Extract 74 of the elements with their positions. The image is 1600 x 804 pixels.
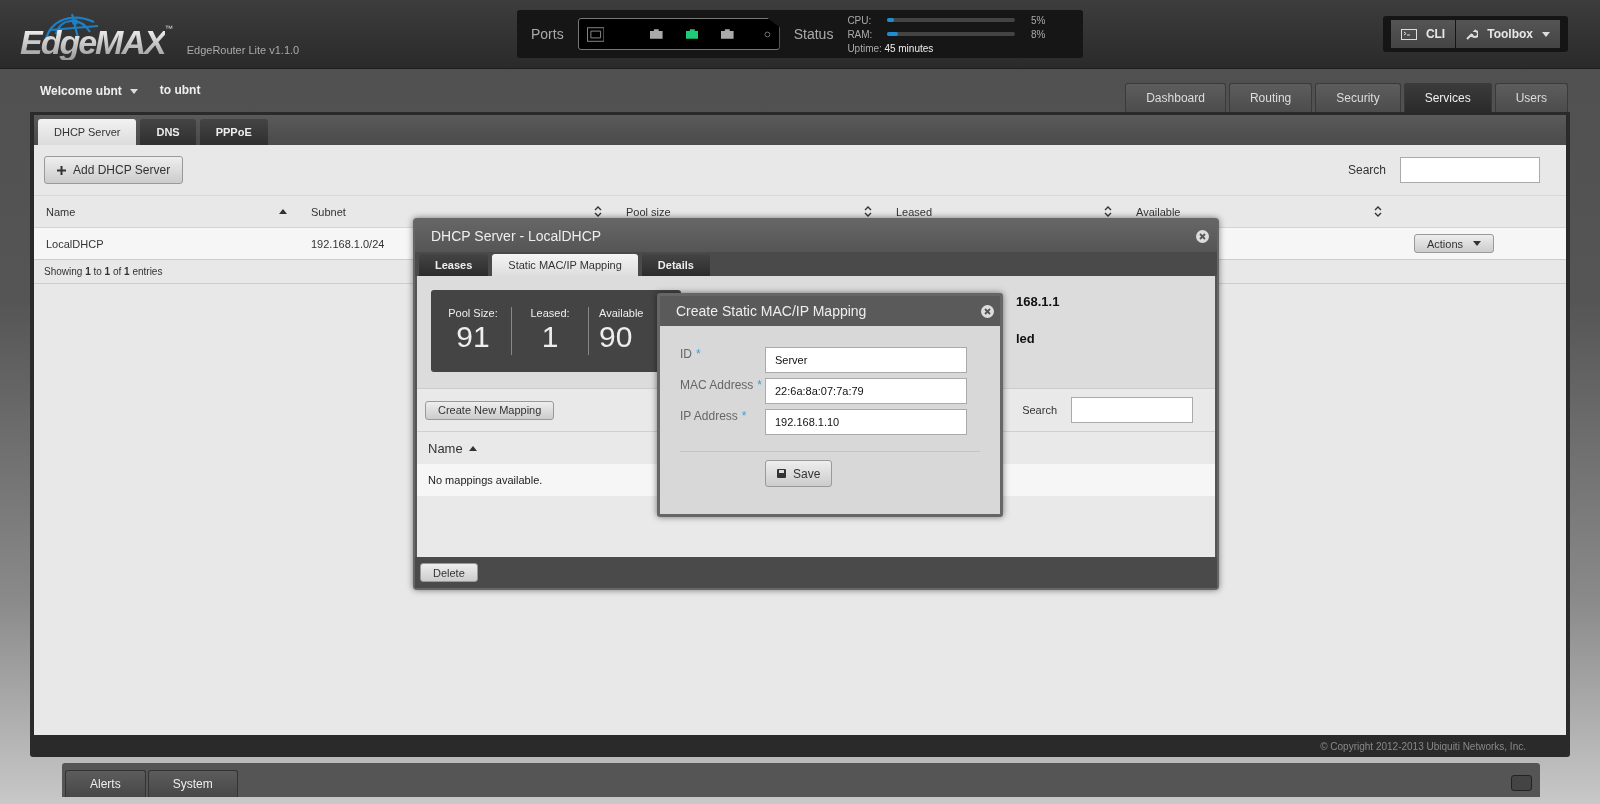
column-header[interactable]: Name <box>428 440 463 456</box>
product-name: EdgeRouter Lite v1.1.0 <box>186 44 300 58</box>
add-dhcp-server-button[interactable]: Add DHCP Server <box>44 156 184 184</box>
stat-value: 91 <box>456 319 490 355</box>
caret-icon <box>1473 241 1481 246</box>
bottom-tab[interactable]: System <box>147 770 238 797</box>
close-icon[interactable] <box>981 304 994 318</box>
save-button[interactable]: Save <box>765 460 833 487</box>
stat-label: Available <box>599 307 644 319</box>
search-field[interactable] <box>1400 157 1540 183</box>
status-label: Status <box>793 26 834 42</box>
column-header[interactable]: Available <box>1136 205 1181 218</box>
section-tab[interactable]: DNS <box>140 119 196 145</box>
dialog-tab[interactable]: Details <box>641 254 710 276</box>
create-mapping-button[interactable]: Create New Mapping <box>425 400 555 420</box>
stat-label: Leased: <box>530 307 570 319</box>
bottom-tab[interactable]: Alerts <box>65 770 146 797</box>
stat-value: 1 <box>541 319 559 355</box>
stat-value: 90 <box>599 319 633 355</box>
stat-label: Pool Size: <box>448 307 498 319</box>
wrench-icon <box>1466 28 1479 40</box>
input-field[interactable]: 192.168.1.10 <box>765 408 967 435</box>
user-menu[interactable]: Welcome ubnt <box>40 84 138 98</box>
search-label: Search <box>1022 404 1057 416</box>
table-cell: LocalDHCP <box>46 237 104 250</box>
dialog-tab[interactable]: Static MAC/IP Mapping <box>492 254 638 276</box>
led-icon <box>763 30 771 38</box>
delete-button[interactable]: Delete <box>420 563 478 582</box>
column-header[interactable]: Leased <box>896 205 933 218</box>
caret-icon <box>129 88 138 94</box>
field-label: ID <box>680 347 692 361</box>
meter-label: CPU: <box>847 14 873 26</box>
required-mark: * <box>741 409 747 423</box>
meter-label: RAM: <box>847 28 874 40</box>
empty-message: No mappings available. <box>428 474 543 486</box>
usage-reading: 8% <box>1029 28 1046 40</box>
ports-label: Ports <box>531 26 564 42</box>
usage-reading: 5% <box>1029 14 1046 26</box>
required-mark: * <box>696 347 701 361</box>
cli-button[interactable]: CLI <box>1390 20 1456 48</box>
required-mark: * <box>757 378 763 392</box>
toggle-button[interactable] <box>1511 775 1532 791</box>
caret-icon <box>1542 31 1550 37</box>
toolbox-button[interactable]: Toolbox <box>1456 20 1560 48</box>
dialog-title: DHCP Server - LocalDHCP <box>431 228 602 244</box>
dialog-title: Create Static MAC/IP Mapping <box>676 303 867 319</box>
detail-text: 168.1.1 <box>1016 294 1060 309</box>
search-label: Search <box>1347 163 1386 177</box>
nav-tab[interactable]: Dashboard <box>1125 83 1226 112</box>
section-tab[interactable]: DHCP Server <box>38 119 137 145</box>
nav-tab[interactable]: Security <box>1315 83 1401 112</box>
table-cell: 192.168.1.0/24 <box>311 237 385 250</box>
nav-tab[interactable]: Services <box>1403 83 1492 112</box>
input-field[interactable]: 22:6a:8a:07:7a:79 <box>765 377 967 404</box>
terminal-icon <box>1400 28 1417 40</box>
search-field[interactable] <box>1071 397 1193 423</box>
detail-text: led <box>1016 331 1036 346</box>
plus-icon <box>57 165 66 175</box>
close-icon[interactable] <box>1196 229 1209 243</box>
target-label: to ubnt <box>159 83 201 97</box>
dialog-tab[interactable]: Leases <box>419 254 489 276</box>
actions-button[interactable]: Actions <box>1413 234 1494 253</box>
console-port-icon <box>586 26 605 42</box>
column-header[interactable]: Name <box>46 205 76 218</box>
section-tab[interactable]: PPPoE <box>199 119 268 145</box>
column-header[interactable]: Pool size <box>626 205 671 218</box>
field-label: MAC Address <box>680 378 754 392</box>
nav-tab[interactable]: Users <box>1494 83 1568 112</box>
column-header[interactable]: Subnet <box>311 205 346 218</box>
uptime-value: 45 minutes <box>884 42 934 54</box>
nav-tab[interactable]: Routing <box>1228 83 1313 112</box>
copyright-text: © Copyright 2012-2013 Ubiquiti Networks, Inc. <box>1320 740 1526 752</box>
field-label: IP Address <box>680 409 738 423</box>
input-field[interactable]: Server <box>765 346 967 373</box>
